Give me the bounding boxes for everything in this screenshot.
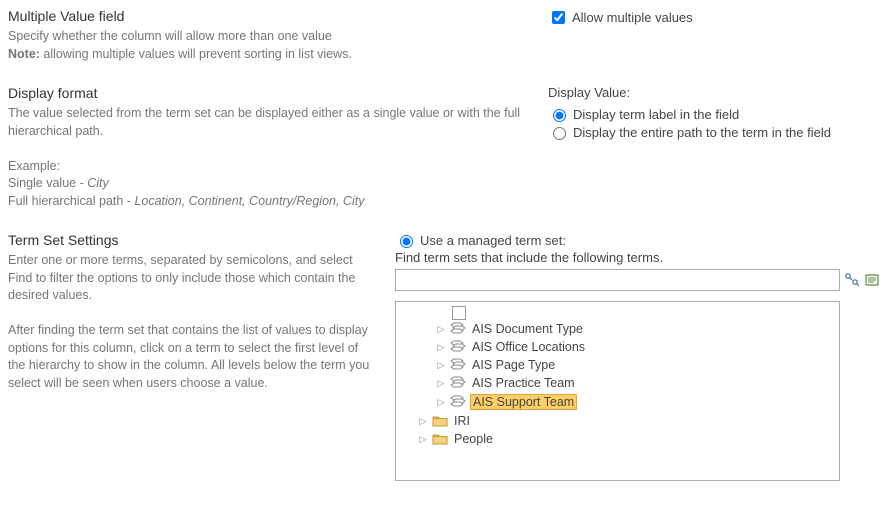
termset-icon <box>450 340 466 354</box>
tree-node-label[interactable]: People <box>452 432 495 446</box>
section-multiple-value: Multiple Value field Specify whether the… <box>8 8 880 63</box>
tree-node[interactable]: ▷ AIS Office Locations <box>396 338 839 356</box>
expander-icon[interactable]: ▷ <box>436 397 446 407</box>
note-text: allowing multiple values will prevent so… <box>40 47 352 61</box>
tree-node[interactable]: ▷ AIS Document Type <box>396 320 839 338</box>
radio-full-path-row[interactable]: Display the entire path to the term in t… <box>548 124 880 140</box>
display-value-label: Display Value: <box>548 85 880 100</box>
tree-node-label[interactable]: AIS Page Type <box>470 358 557 372</box>
tree-node[interactable]: ▷ AIS Practice Team <box>396 374 839 392</box>
heading-display-format: Display format <box>8 85 528 101</box>
full-prefix: Full hierarchical path - <box>8 194 134 208</box>
expander-icon[interactable]: ▷ <box>436 342 446 352</box>
radio-managed-term-set-row[interactable]: Use a managed term set: <box>395 232 880 248</box>
expander-icon[interactable]: ▷ <box>418 434 428 444</box>
termset-icon <box>450 358 466 372</box>
desc-multiple-value: Specify whether the column will allow mo… <box>8 28 528 63</box>
tree-node-label[interactable]: AIS Practice Team <box>470 376 577 390</box>
tree-node[interactable]: ▷ People <box>396 430 839 448</box>
section-display-format-right: Display Value: Display term label in the… <box>548 85 880 210</box>
expander-icon[interactable]: ▷ <box>436 378 446 388</box>
heading-term-set: Term Set Settings <box>8 232 375 248</box>
full-italic: Location, Continent, Country/Region, Cit… <box>134 194 364 208</box>
allow-multiple-text: Allow multiple values <box>572 10 693 25</box>
tree-node[interactable]: ▷ AIS Support Team <box>396 392 839 412</box>
search-label: Find term sets that include the followin… <box>395 250 663 265</box>
expander-icon[interactable]: ▷ <box>436 360 446 370</box>
display-value-radio-group: Display term label in the field Display … <box>548 106 880 140</box>
term-tree[interactable]: ▷AIS Document Type▷AIS Office Locations▷… <box>395 301 840 481</box>
tree-node-label[interactable]: AIS Support Team <box>470 394 577 410</box>
desc-term-set-2: After finding the term set that contains… <box>8 323 369 390</box>
radio-term-label[interactable] <box>553 109 566 122</box>
section-term-set-right: Use a managed term set: Find term sets t… <box>395 232 880 481</box>
section-multiple-value-right: Allow multiple values <box>548 8 880 63</box>
allow-multiple-checkbox[interactable] <box>552 11 565 24</box>
allow-multiple-checkbox-label[interactable]: Allow multiple values <box>548 8 693 27</box>
radio-full-path[interactable] <box>553 127 566 140</box>
tree-node-partial <box>396 306 839 320</box>
radio-term-label-row[interactable]: Display term label in the field <box>548 106 880 122</box>
termset-icon <box>450 376 466 390</box>
section-term-set: Term Set Settings Enter one or more term… <box>8 232 880 481</box>
expander-icon[interactable]: ▷ <box>436 324 446 334</box>
radio-term-label-text: Display term label in the field <box>573 107 739 122</box>
term-search-input[interactable] <box>395 269 840 291</box>
desc-term-set-1: Enter one or more terms, separated by se… <box>8 253 355 302</box>
tree-node-label[interactable]: AIS Office Locations <box>470 340 587 354</box>
desc-display-format: The value selected from the term set can… <box>8 105 528 210</box>
reset-icon[interactable] <box>864 272 880 288</box>
tree-node[interactable]: ▷ IRI <box>396 412 839 430</box>
example-label: Example: <box>8 159 60 173</box>
desc-display-text: The value selected from the term set can… <box>8 106 520 138</box>
section-display-format-left: Display format The value selected from t… <box>8 85 548 210</box>
desc-text: Specify whether the column will allow mo… <box>8 29 332 43</box>
tree-node-label[interactable]: AIS Document Type <box>470 322 585 336</box>
single-prefix: Single value - <box>8 176 87 190</box>
radio-managed-term-set-text: Use a managed term set: <box>420 233 566 248</box>
folder-icon <box>432 432 448 446</box>
single-italic: City <box>87 176 109 190</box>
heading-multiple-value: Multiple Value field <box>8 8 528 24</box>
search-row <box>395 269 880 291</box>
folder-icon <box>432 414 448 428</box>
termset-icon <box>450 322 466 336</box>
find-icon[interactable] <box>844 272 860 288</box>
tree-node[interactable]: ▷ AIS Page Type <box>396 356 839 374</box>
tree-node-label[interactable]: IRI <box>452 414 472 428</box>
desc-term-set: Enter one or more terms, separated by se… <box>8 252 375 392</box>
section-multiple-value-left: Multiple Value field Specify whether the… <box>8 8 548 63</box>
expander-icon[interactable]: ▷ <box>418 416 428 426</box>
radio-full-path-text: Display the entire path to the term in t… <box>573 125 831 140</box>
note-label: Note: <box>8 47 40 61</box>
section-display-format: Display format The value selected from t… <box>8 85 880 210</box>
termset-icon <box>450 395 466 409</box>
radio-managed-term-set[interactable] <box>400 235 413 248</box>
section-term-set-left: Term Set Settings Enter one or more term… <box>8 232 395 481</box>
